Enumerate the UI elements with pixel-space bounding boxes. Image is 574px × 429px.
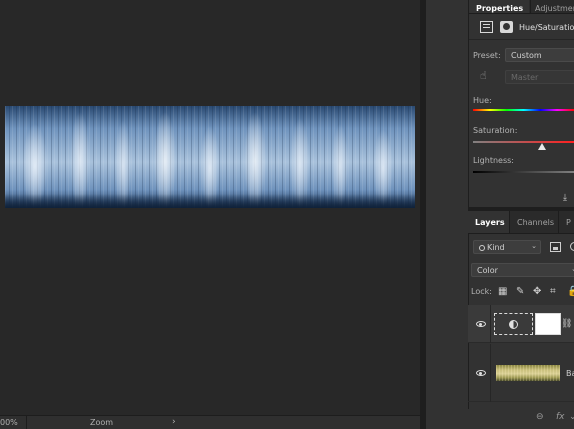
status-expand-icon[interactable]: › [172,417,176,427]
clip-to-layer-icon[interactable]: ⤓ [563,193,567,203]
filter-pixel-layers-icon[interactable] [550,242,561,252]
status-separator [26,416,27,429]
blend-mode-dropdown[interactable]: Color ⌄ [471,263,574,277]
tab-channels[interactable]: Channels [509,211,557,233]
blend-mode-value: Color [477,266,498,275]
tab-properties[interactable]: Properties [469,0,529,13]
layer-thumbnail[interactable] [496,365,560,381]
preset-dropdown[interactable]: Custom [505,48,574,62]
layer-mask-icon[interactable] [500,21,513,33]
layer-name[interactable]: Ba [566,369,574,378]
adjustment-thumbnail[interactable] [494,313,533,335]
channel-dropdown[interactable]: Master [505,70,574,84]
kind-filter-value: Kind [487,243,505,252]
adjustment-layer-icon[interactable] [480,21,493,33]
document-canvas[interactable] [0,0,420,415]
status-bar: 00% Zoom › [0,415,420,429]
layer-mask-thumbnail[interactable] [535,313,561,335]
lightness-slider[interactable] [473,171,574,173]
filter-adjustment-layers-icon[interactable] [570,242,574,251]
targeted-adjustment-hand-icon[interactable]: ☝ [480,69,487,82]
visibility-eye-icon[interactable] [476,321,486,327]
hue-label: Hue: [473,96,492,105]
lightness-label: Lightness: [473,156,514,165]
layers-tab-row: Layers Channels P [468,211,574,234]
layers-footer: ⊖ fx ⌄ [468,409,574,429]
properties-tab-row: Properties Adjustments [469,0,574,14]
chain-link-icon[interactable]: ⛓ [561,319,572,329]
channel-value: Master [511,73,539,82]
zoom-level[interactable]: 00% [0,418,18,427]
add-mask-icon[interactable]: ⌄ [569,412,574,422]
image-dark-edge [5,194,415,208]
layer-row-hue-saturation[interactable]: ⛓ [468,305,574,343]
lock-artboard-icon[interactable]: ⌗ [550,286,556,297]
lock-all-icon[interactable]: 🔒 [567,286,574,297]
visibility-eye-icon[interactable] [476,370,486,376]
link-layers-icon[interactable]: ⊖ [536,412,544,422]
lock-label: Lock: [471,287,492,296]
layer-kind-filter[interactable]: Kind ⌄ [473,240,541,254]
row-divider [490,305,491,343]
saturation-slider[interactable] [473,141,574,143]
fx-icon[interactable]: fx [556,412,565,422]
lock-position-icon[interactable]: ✥ [533,286,541,297]
lock-image-pixels-icon[interactable]: ✎ [516,286,524,297]
row-divider [490,344,491,402]
panel-dock-gap [426,0,468,429]
tab-layers[interactable]: Layers [468,211,509,233]
saturation-label: Saturation: [473,126,518,135]
saturation-slider-thumb[interactable] [538,143,546,150]
preset-label: Preset: [473,51,501,60]
tab-adjustments[interactable]: Adjustments [530,0,574,13]
document-image[interactable] [5,106,415,208]
hue-slider[interactable] [473,109,574,111]
preset-value: Custom [511,51,542,60]
adjustment-title: Hue/Saturation [519,23,574,32]
layer-row-background[interactable]: Ba [468,344,574,402]
properties-header: Hue/Saturation [469,16,574,40]
lock-transparent-pixels-icon[interactable]: ▦ [498,286,507,297]
search-icon [479,245,485,251]
chevron-down-icon: ⌄ [531,242,537,250]
tab-paths[interactable]: P [558,211,574,233]
hue-saturation-icon [509,320,518,329]
status-info-label: Zoom [90,418,114,427]
